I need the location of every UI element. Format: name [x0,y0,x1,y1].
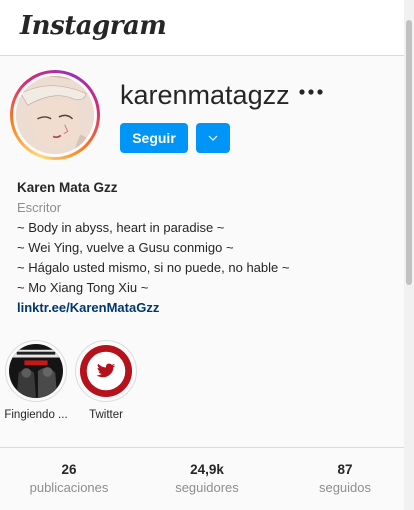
highlight-label: Fingiendo ... [4,409,68,421]
follow-button[interactable]: Seguir [120,123,188,153]
page-scrollbar[interactable] [404,0,414,510]
bio-link[interactable]: linktr.ee/KarenMataGzz [17,298,159,318]
highlight-cover-ring [5,340,67,402]
stat-followers[interactable]: 24,9k seguidores [138,448,276,510]
chevron-down-icon [208,135,218,141]
profile-bio: Karen Mata Gzz Escritor ~ Body in abyss,… [17,179,397,318]
highlight-fingiendo[interactable]: Fingiendo ... [1,340,71,421]
instagram-logo[interactable]: Instagram [20,11,167,41]
bio-line: ~ Hágalo usted mismo, si no puede, no ha… [17,260,290,275]
bio-line: ~ Body in abyss, heart in paradise ~ [17,220,225,235]
scrollbar-thumb[interactable] [406,20,412,285]
profile-page: Instagram karenmatagzz Seguir Karen Mata… [0,0,414,510]
full-name: Karen Mata Gzz [17,180,118,195]
profile-avatar [16,76,94,154]
stat-value: 24,9k [190,462,224,477]
top-bar: Instagram [0,0,414,56]
profile-username: karenmatagzz [120,80,290,110]
stat-value: 26 [61,462,77,477]
category-label: Escritor [17,200,62,215]
stat-following[interactable]: 87 seguidos [276,448,414,510]
stat-label: publicaciones [29,480,109,495]
more-options-button[interactable] [298,84,324,100]
highlight-cover-image [9,344,63,398]
bio-line: ~ Wei Ying, vuelve a Gusu conmigo ~ [17,240,234,255]
highlight-cover-image [79,344,133,398]
more-horizontal-icon [299,89,323,95]
highlight-cover-ring [75,340,137,402]
stat-value: 87 [337,462,353,477]
stat-label: seguidores [175,480,239,495]
profile-stats: 26 publicaciones 24,9k seguidores 87 seg… [0,447,414,510]
stat-posts[interactable]: 26 publicaciones [0,448,138,510]
suggestions-dropdown-button[interactable] [196,123,230,153]
profile-avatar-ring[interactable] [10,70,100,160]
highlight-twitter[interactable]: Twitter [71,340,141,421]
bio-line: ~ Mo Xiang Tong Xiu ~ [17,280,149,295]
highlight-label: Twitter [89,409,123,421]
stat-label: seguidos [318,480,372,495]
